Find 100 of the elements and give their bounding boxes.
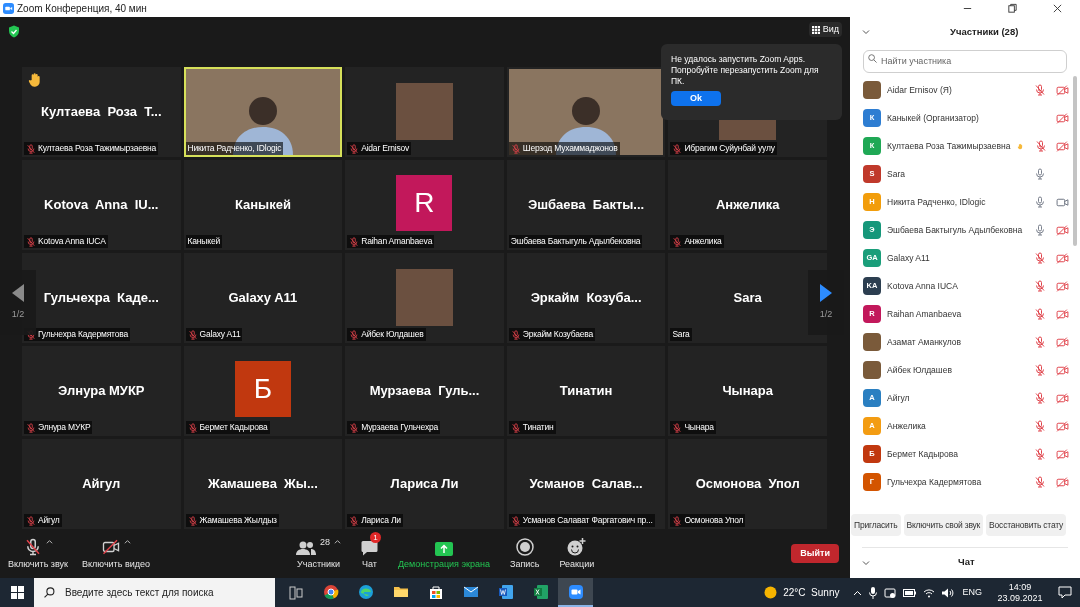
chat-title: Чат [958, 555, 975, 570]
notification-badge: 1 [370, 531, 381, 543]
restore-icon [1007, 3, 1018, 14]
audio-button[interactable]: Включить звук [5, 535, 72, 572]
participant-display-name: Чынара [722, 382, 773, 401]
panel-button[interactable]: Включить свой звук [903, 514, 984, 536]
panel-title: Участники (28) [950, 24, 1019, 39]
language-indicator[interactable]: ENG [962, 585, 982, 600]
participant-display-name: Усманов Салав... [529, 475, 643, 494]
search-icon [868, 54, 877, 63]
caret-up-icon [45, 538, 53, 544]
windows-logo-icon [10, 586, 24, 599]
participant-display-name: Каныкей [234, 196, 291, 215]
participant-name: Анжелика [887, 419, 926, 433]
muted-microphone-icon [349, 329, 360, 340]
participant-name: Kotova Anna IUCA [887, 279, 958, 293]
muted-microphone-icon [349, 515, 360, 526]
caret-up-icon [334, 538, 341, 544]
store-bag-icon [427, 583, 444, 600]
shield-icon [8, 25, 20, 38]
caret-up-icon [123, 538, 131, 544]
notification-message: Не удалось запустить Zoom Apps. Попробуйте перезапустить Zoom для ПК. [671, 54, 820, 87]
speaker-icon [942, 587, 955, 598]
participants-button[interactable]: 28 Участники [293, 535, 344, 572]
record-button[interactable]: Запись [506, 535, 543, 572]
panel-button[interactable]: Восстановить стату [986, 514, 1067, 536]
taskbar-app-button[interactable] [558, 578, 593, 607]
triangle-arrow-icon [820, 283, 832, 302]
muted-microphone-icon [349, 236, 360, 247]
participant-name: Raihan Amanbaeva [887, 307, 962, 321]
browser-wave-icon [357, 583, 374, 600]
participant-name: Galaxy A11 [199, 328, 241, 341]
participant-display-name: Эркайм Козуба... [530, 289, 642, 308]
participant-name: Sara [887, 167, 905, 181]
muted-microphone-icon [26, 515, 36, 526]
participant-name: Эшбаева Бактыгуль Адылбековна [887, 223, 1023, 237]
participant-name: Лариса Ли [361, 514, 401, 527]
participant-name: Элнура МУКР [38, 421, 91, 434]
scrollbar-thumb[interactable] [1073, 76, 1077, 246]
participant-name: Усманов Салават Фаргатович пр... [522, 514, 653, 527]
view-button[interactable]: Вид [808, 22, 842, 37]
participant-name: Тинатин [522, 421, 554, 434]
participant-display-name: Sara [733, 289, 762, 308]
muted-microphone-icon [672, 236, 683, 247]
reactions-button[interactable]: Реакции [556, 535, 598, 572]
muted-microphone-icon [187, 329, 198, 340]
record-icon [515, 537, 534, 556]
window-title: Zoom Конференция, 40 мин [17, 2, 147, 16]
triangle-arrow-icon [12, 283, 24, 302]
participant-name: Каныкей [187, 235, 220, 248]
participant-name: Никита Радченко, IDlogic [187, 142, 282, 155]
search-icon [44, 587, 55, 598]
avatar-photo-placeholder [863, 81, 881, 99]
participant-display-name: Осмонова Упол [695, 475, 800, 494]
document-w-icon [497, 583, 514, 600]
avatar-photo-placeholder [863, 361, 881, 379]
muted-microphone-icon [510, 515, 521, 526]
avatar-photo-placeholder [863, 333, 881, 351]
muted-microphone-icon [26, 236, 36, 247]
muted-microphone-icon [26, 422, 36, 433]
network-status-icon [884, 586, 897, 599]
participant-name: Азамат Аманкулов [887, 335, 962, 349]
search-field[interactable]: Найти участника [863, 49, 1067, 73]
close-icon [1052, 3, 1063, 14]
wifi-icon [923, 587, 936, 598]
taskbar-search-field[interactable]: Введите здесь текст для поиска [34, 578, 275, 607]
grid-icon [811, 25, 820, 34]
participant-name: Култаева Роза Тажимырзаевна [38, 142, 157, 155]
participant-name: Култаева Роза Тажимырзаевна [887, 139, 1011, 153]
video-button[interactable]: Включить видео [79, 535, 153, 572]
participant-name: Анжелика [684, 235, 722, 248]
participant-name: Шерзод Мухаммаджонов [522, 142, 618, 155]
participant-name: Бермет Кадырова [887, 447, 958, 461]
share-button[interactable]: Демонстрация экрана [395, 535, 493, 572]
participant-name: Осмонова Упол [684, 514, 744, 527]
panel-button[interactable]: Пригласить [851, 514, 901, 536]
participant-name: Эркайм Козубаева [522, 328, 594, 341]
participant-name: Aidar Ernisov [361, 142, 410, 155]
participant-display-name: Тинатин [559, 382, 613, 401]
participant-name: Айбек Юлдашев [887, 363, 952, 377]
participant-display-name: Эшбаева Бакты... [527, 196, 645, 215]
photo-placeholder [396, 269, 453, 326]
participant-display-name: Жамашева Жы... [207, 475, 318, 494]
participant-name: Каныкей (Организатор) [887, 111, 979, 125]
task-view-icon [287, 584, 304, 601]
participant-display-name: Айгул [82, 475, 121, 494]
avatar-initial: Б [234, 361, 291, 417]
muted-microphone-icon [187, 422, 198, 433]
participant-name: Ибрагим Суйунбай уулу [684, 142, 775, 155]
participant-name: Гульчехра Кадермятова [38, 328, 128, 341]
leave-button[interactable]: Выйти [791, 544, 839, 563]
video-camera-app-icon [567, 583, 584, 600]
avatar-initial: R [396, 175, 453, 231]
chevron-down-icon [862, 29, 870, 35]
clock-button[interactable]: 14:09 23.09.2021 [990, 581, 1050, 604]
participant-name: Гульчехра Кадермятова [887, 475, 982, 489]
weather-button[interactable]: 22°C Sunny [760, 578, 844, 607]
smiley-plus-icon [567, 537, 587, 556]
muted-microphone-icon [672, 515, 683, 526]
ok-button[interactable]: Ok [671, 91, 721, 106]
